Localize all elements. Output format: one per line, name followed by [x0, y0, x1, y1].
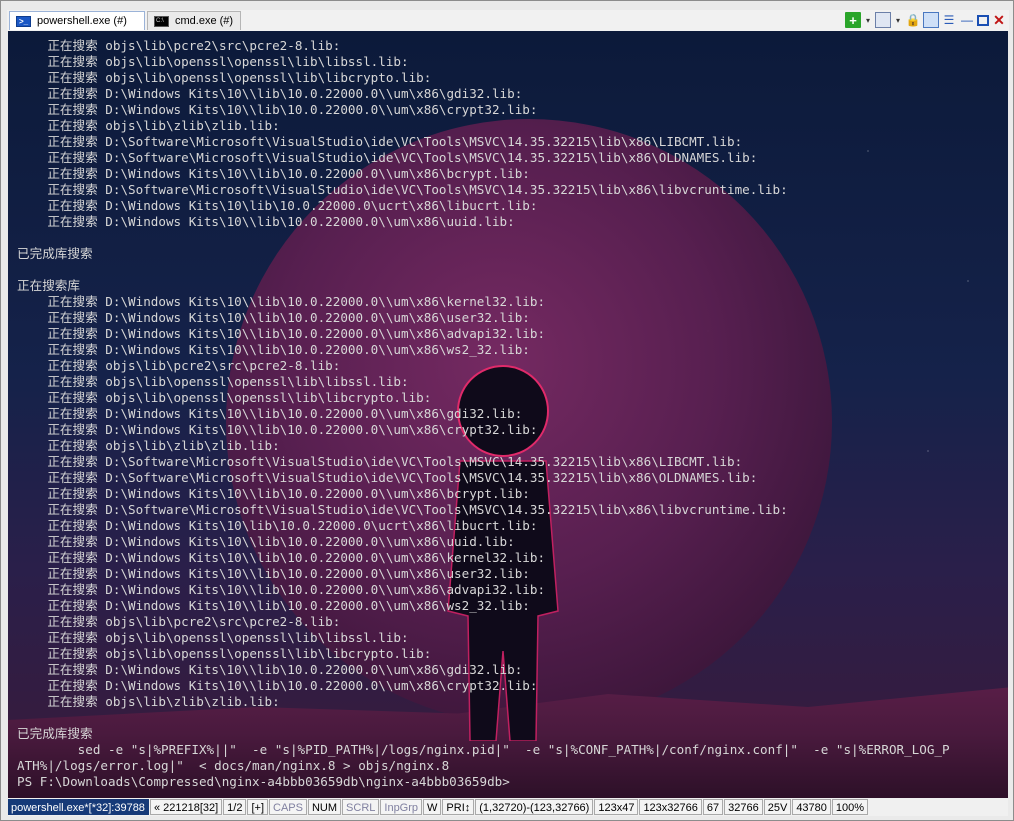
toolbar: + ▾ ▾ 🔒 ☰ — ✕ [845, 11, 1007, 29]
console-line: 正在搜索 D:\Windows Kits\10\\lib\10.0.22000.… [17, 102, 538, 117]
console-line: 正在搜索 D:\Software\Microsoft\VisualStudio\… [17, 502, 788, 517]
tab-label: cmd.exe (#) [175, 15, 234, 27]
minimize-button[interactable]: — [959, 12, 975, 28]
console-line: 正在搜索 D:\Windows Kits\10\\lib\10.0.22000.… [17, 310, 530, 325]
console-line: 正在搜索 D:\Windows Kits\10\\lib\10.0.22000.… [17, 422, 538, 437]
status-cell[interactable]: W [423, 799, 442, 815]
console-view-button[interactable] [875, 12, 891, 28]
console-line: 正在搜索 objs\lib\pcre2\src\pcre2-8.lib: [17, 358, 341, 373]
status-cell[interactable]: CAPS [269, 799, 307, 815]
console-line: PS F:\Downloads\Compressed\nginx-a4bbb03… [17, 774, 510, 789]
console-output: 正在搜索 objs\lib\pcre2\src\pcre2-8.lib: 正在搜… [17, 38, 950, 790]
status-cell[interactable]: « 221218[32] [149, 799, 223, 815]
status-cell[interactable]: 100% [831, 799, 869, 815]
console-line: 正在搜索 D:\Windows Kits\10\\lib\10.0.22000.… [17, 598, 530, 613]
console-line: 正在搜索 D:\Software\Microsoft\VisualStudio\… [17, 134, 743, 149]
status-cell[interactable]: SCRL [342, 799, 380, 815]
console-line: 正在搜索 objs\lib\pcre2\src\pcre2-8.lib: [17, 614, 341, 629]
status-cell[interactable]: powershell.exe*[*32]:39788 [8, 799, 149, 815]
console-line: 正在搜索 D:\Software\Microsoft\VisualStudio\… [17, 150, 758, 165]
console-line: 正在搜索 objs\lib\zlib\zlib.lib: [17, 438, 280, 453]
terminal-window: >_ powershell.exe (#) C:\ cmd.exe (#) + … [0, 0, 1014, 821]
status-cell[interactable]: 67 [702, 799, 724, 815]
chevron-down-icon[interactable]: ▾ [893, 12, 903, 28]
console-line: 正在搜索 D:\Software\Microsoft\VisualStudio\… [17, 454, 743, 469]
cmd-icon: C:\ [154, 15, 169, 27]
powershell-icon: >_ [16, 15, 31, 27]
console-line: 正在搜索 D:\Windows Kits\10\lib\10.0.22000.0… [17, 198, 538, 213]
status-cell[interactable]: NUM [307, 799, 342, 815]
console-line: ATH%|/logs/error.log|" < docs/man/nginx.… [17, 758, 450, 773]
status-cell[interactable]: InpGrp [380, 799, 423, 815]
tab-cmd[interactable]: C:\ cmd.exe (#) [147, 11, 241, 30]
status-cell[interactable]: 43780 [792, 799, 831, 815]
console-line: 正在搜索 objs\lib\openssl\openssl\lib\libssl… [17, 630, 409, 645]
status-bar: powershell.exe*[*32]:39788 « 221218[32] 1/… [8, 798, 1008, 816]
console-line: 正在搜索 D:\Windows Kits\10\\lib\10.0.22000.… [17, 582, 546, 597]
status-cell[interactable]: 123x47 [594, 799, 639, 815]
console-line: 正在搜索 D:\Windows Kits\10\\lib\10.0.22000.… [17, 678, 538, 693]
console-line: 正在搜索 objs\lib\zlib\zlib.lib: [17, 694, 280, 709]
tab-label: powershell.exe (#) [37, 15, 127, 27]
console-line: 正在搜索 D:\Windows Kits\10\\lib\10.0.22000.… [17, 294, 546, 309]
menu-button[interactable]: ☰ [941, 12, 957, 28]
chevron-down-icon[interactable]: ▾ [863, 12, 873, 28]
console-line: 正在搜索 D:\Windows Kits\10\\lib\10.0.22000.… [17, 566, 530, 581]
status-cell[interactable]: [+] [247, 799, 269, 815]
console-line: 正在搜索 objs\lib\pcre2\src\pcre2-8.lib: [17, 38, 341, 53]
console-line: 正在搜索 D:\Windows Kits\10\\lib\10.0.22000.… [17, 550, 546, 565]
status-cell[interactable]: 25V [763, 799, 792, 815]
console-line: 已完成库搜索 [17, 246, 93, 261]
console-line: 正在搜索 objs\lib\openssl\openssl\lib\libssl… [17, 374, 409, 389]
console-line: 正在搜索 objs\lib\openssl\openssl\lib\libcry… [17, 646, 432, 661]
console-line: 已完成库搜索 [17, 726, 93, 741]
maximize-button[interactable] [977, 14, 989, 26]
split-pane-button[interactable] [923, 12, 939, 28]
console-line: 正在搜索 D:\Windows Kits\10\\lib\10.0.22000.… [17, 534, 515, 549]
console-line: 正在搜索 D:\Windows Kits\10\\lib\10.0.22000.… [17, 486, 530, 501]
status-cell[interactable]: PRI↕ [442, 799, 475, 815]
console-line: 正在搜索 D:\Windows Kits\10\\lib\10.0.22000.… [17, 406, 523, 421]
status-cell[interactable]: 32766 [724, 799, 763, 815]
console-line: 正在搜索 D:\Windows Kits\10\lib\10.0.22000.0… [17, 518, 538, 533]
status-cell[interactable]: 1/2 [223, 799, 247, 815]
console-line: 正在搜索 D:\Windows Kits\10\\lib\10.0.22000.… [17, 214, 515, 229]
console-line: 正在搜索 objs\lib\openssl\openssl\lib\libssl… [17, 54, 409, 69]
console-line: 正在搜索 D:\Software\Microsoft\VisualStudio\… [17, 182, 788, 197]
console-line: 正在搜索 D:\Windows Kits\10\\lib\10.0.22000.… [17, 166, 530, 181]
console-line: sed -e "s|%PREFIX%||" -e "s|%PID_PATH%|/… [17, 742, 950, 757]
status-cell[interactable]: (1,32720)-(123,32766) [475, 799, 594, 815]
new-console-button[interactable]: + [845, 12, 861, 28]
console-line: 正在搜索 D:\Software\Microsoft\VisualStudio\… [17, 470, 758, 485]
console-line: 正在搜索 D:\Windows Kits\10\\lib\10.0.22000.… [17, 326, 546, 341]
console-line: 正在搜索 D:\Windows Kits\10\\lib\10.0.22000.… [17, 662, 523, 677]
lock-icon[interactable]: 🔒 [905, 12, 921, 28]
close-button[interactable]: ✕ [991, 12, 1007, 28]
status-cell[interactable]: 123x32766 [639, 799, 702, 815]
console-line: 正在搜索 objs\lib\openssl\openssl\lib\libcry… [17, 390, 432, 405]
tab-powershell[interactable]: >_ powershell.exe (#) [9, 11, 145, 30]
console-line: 正在搜索 D:\Windows Kits\10\\lib\10.0.22000.… [17, 342, 530, 357]
console-line: 正在搜索 objs\lib\zlib\zlib.lib: [17, 118, 280, 133]
console-line: 正在搜索库 [17, 278, 80, 293]
console-area[interactable]: 正在搜索 objs\lib\pcre2\src\pcre2-8.lib: 正在搜… [8, 31, 1008, 798]
console-line: 正在搜索 D:\Windows Kits\10\\lib\10.0.22000.… [17, 86, 523, 101]
console-line: 正在搜索 objs\lib\openssl\openssl\lib\libcry… [17, 70, 432, 85]
